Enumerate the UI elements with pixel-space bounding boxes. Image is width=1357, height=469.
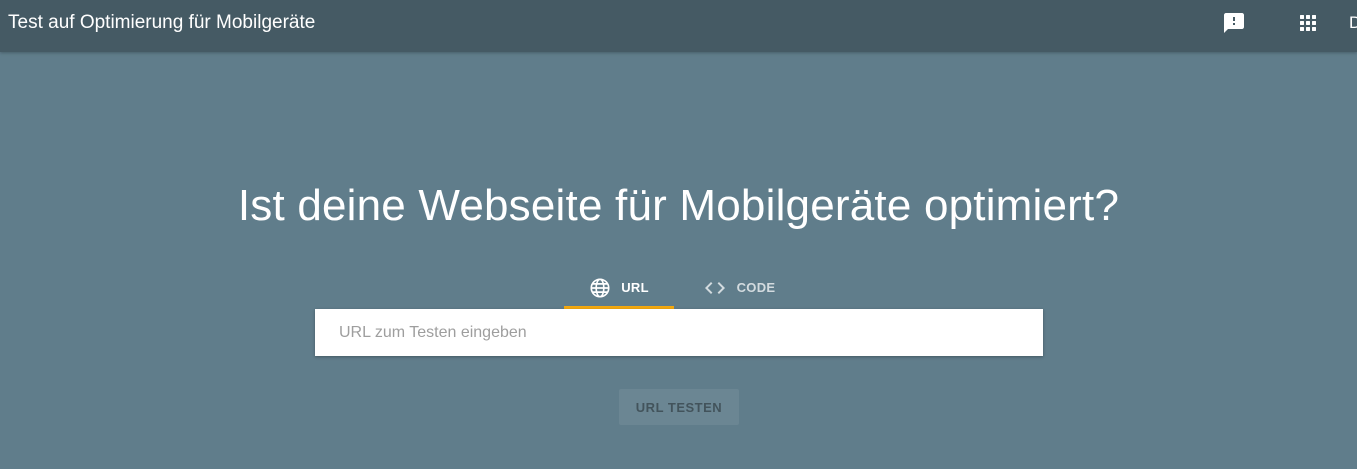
url-input-container (315, 309, 1043, 356)
tab-url-label: URL (621, 280, 649, 295)
globe-icon (589, 277, 611, 299)
tab-code[interactable]: CODE (684, 266, 794, 309)
tab-url[interactable]: URL (564, 266, 674, 309)
tab-code-label: CODE (736, 280, 776, 295)
apps-grid-icon (1300, 15, 1316, 31)
test-url-button[interactable]: URL TESTEN (619, 389, 739, 425)
feedback-icon (1224, 13, 1244, 33)
app-header: Test auf Optimierung für Mobilgeräte D (0, 0, 1357, 52)
page-headline: Ist deine Webseite für Mobilgeräte optim… (237, 181, 1120, 230)
code-icon (703, 276, 727, 300)
app-title: Test auf Optimierung für Mobilgeräte (8, 12, 316, 33)
apps-button[interactable] (1295, 10, 1321, 36)
account-button[interactable]: D (1349, 12, 1357, 34)
feedback-button[interactable] (1221, 10, 1247, 36)
url-input[interactable] (315, 309, 1043, 356)
input-mode-tabs: URL CODE (564, 266, 814, 309)
